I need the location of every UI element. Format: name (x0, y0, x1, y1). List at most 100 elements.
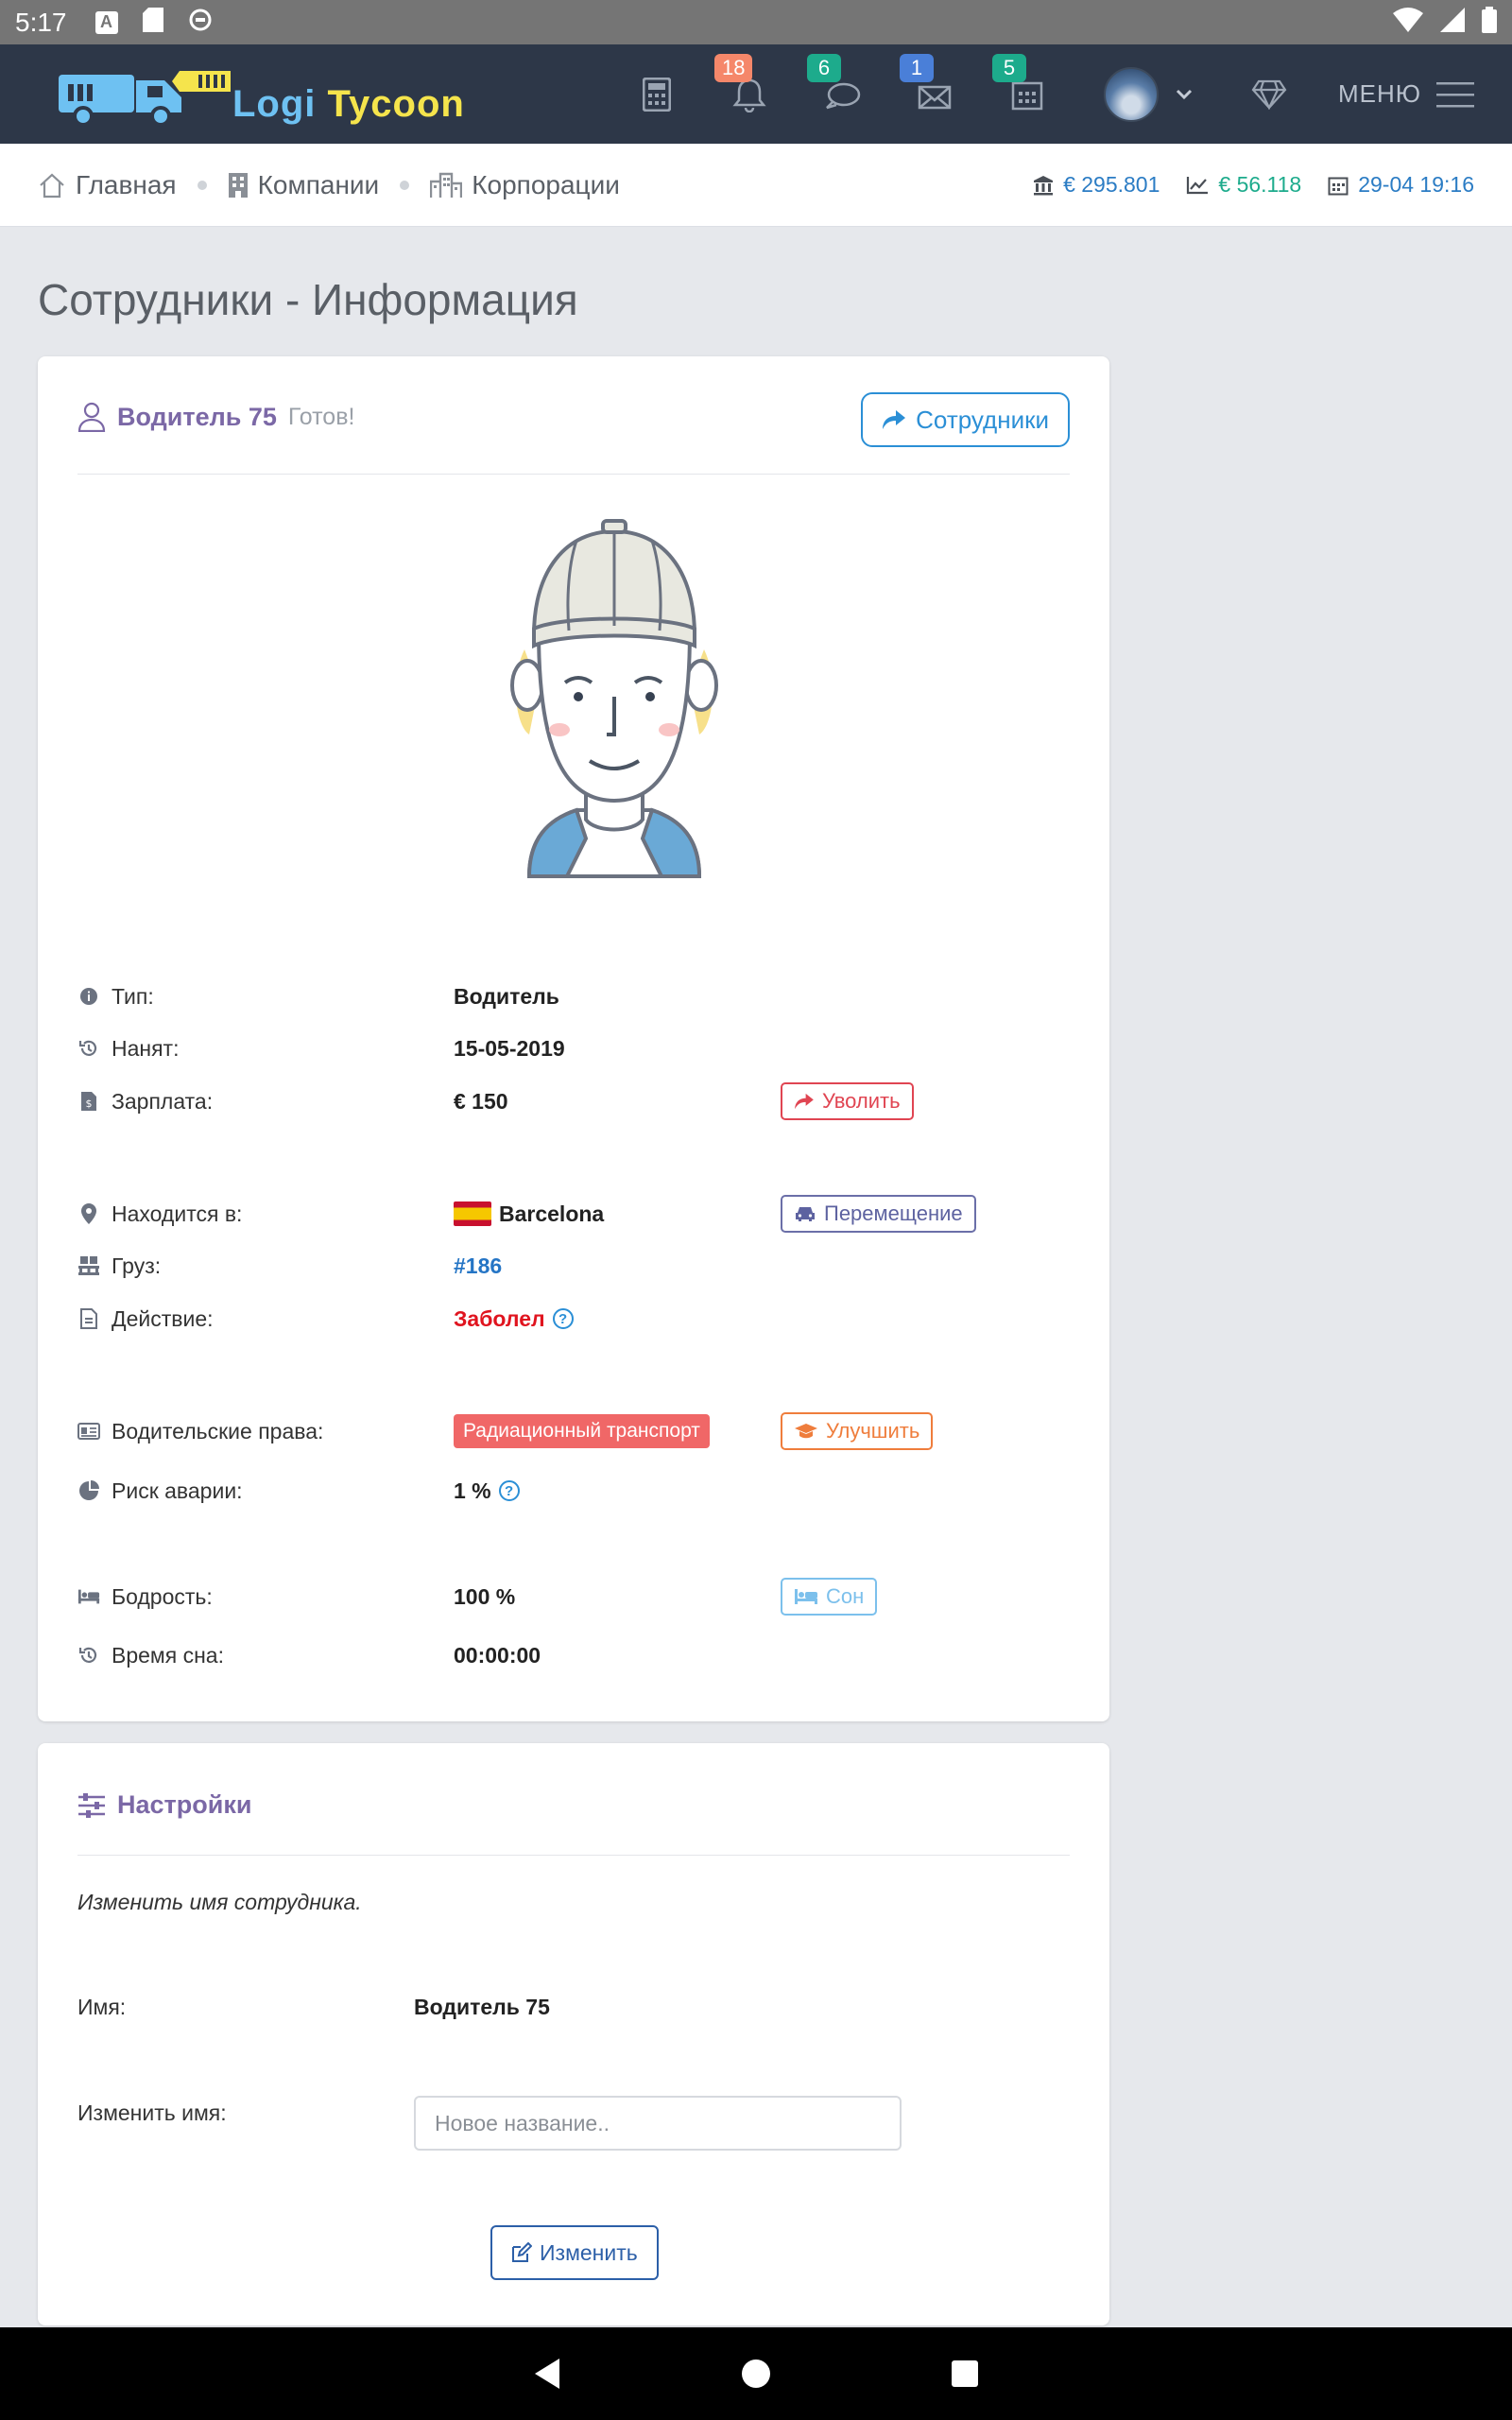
envelope-icon (918, 85, 952, 109)
help-icon[interactable]: ? (552, 1308, 574, 1329)
menu-label: МЕНЮ (1337, 79, 1421, 108)
name-value: Водитель 75 (414, 1995, 550, 2019)
car-icon (796, 1207, 815, 1221)
logo-text-tycoon: Tycoon (327, 83, 465, 125)
home-nav-icon[interactable] (741, 2359, 771, 2389)
employee-name: Водитель 75 (117, 402, 277, 431)
id-card-icon (77, 1420, 100, 1443)
row-type: Тип: Водитель (77, 977, 1070, 1015)
type-label: Тип: (112, 983, 154, 1009)
rename-submit-label: Изменить (540, 2239, 638, 2265)
sleep-button[interactable]: Сон (781, 1578, 878, 1616)
row-license: Водительские права: Радиационный транспо… (77, 1412, 1070, 1450)
breadcrumb-corporations[interactable]: Корпорации (430, 170, 620, 200)
breadcrumb-companies-label: Компании (257, 169, 380, 199)
cargo-link[interactable]: #186 (454, 1253, 502, 1279)
battery-icon (1482, 7, 1497, 38)
fire-button[interactable]: Уволить (781, 1082, 914, 1120)
premium-button[interactable] (1246, 71, 1293, 118)
location-label: Находится в: (112, 1201, 243, 1226)
recents-nav-icon[interactable] (951, 2360, 979, 2388)
breadcrumb-bar: Главная Компании Корпорации € 295.801 € … (0, 144, 1512, 227)
top-navbar: Logi Tycoon 18 6 1 5 МЕНЮ (0, 44, 1512, 144)
divider (77, 474, 1070, 475)
sleep-button-label: Сон (826, 1584, 865, 1608)
divider (77, 1855, 1070, 1856)
rename-label: Изменить имя: (77, 2100, 227, 2125)
row-location: Находится в: Barcelona Перемещение (77, 1195, 1070, 1233)
rename-input[interactable] (414, 2096, 902, 2151)
settings-hint: Изменить имя сотрудника. (77, 1890, 362, 1914)
mail-button[interactable]: 1 (899, 53, 958, 118)
license-label: Водительские права: (112, 1418, 324, 1443)
invoice-dollar-icon: $ (77, 1090, 100, 1113)
driver-portrait (510, 519, 718, 878)
back-nav-icon[interactable] (533, 2358, 561, 2390)
sleep-time-label: Время сна: (112, 1642, 224, 1668)
messages-badge: 6 (806, 53, 841, 82)
menu-button[interactable]: МЕНЮ (1338, 71, 1474, 118)
user-icon (77, 402, 106, 432)
rename-submit-button[interactable]: Изменить (490, 2225, 659, 2280)
history-icon (77, 1037, 100, 1060)
upgrade-button-label: Улучшить (826, 1419, 920, 1443)
relocate-button[interactable]: Перемещение (781, 1195, 976, 1233)
map-marker-icon (77, 1202, 100, 1225)
income-value: € 56.118 (1218, 172, 1302, 197)
fire-button-label: Уволить (822, 1089, 901, 1113)
row-salary: $ Зарплата: € 150 Уволить (77, 1082, 1070, 1120)
income-stat: € 56.118 (1186, 172, 1301, 198)
signal-icon (1440, 8, 1465, 37)
employee-info-card: Водитель 75 Готов! Сотрудники Тип: Водит… (38, 356, 1109, 1721)
type-value: Водитель (454, 983, 559, 1009)
bed-icon (77, 1585, 100, 1608)
mail-badge: 1 (899, 53, 934, 82)
settings-card: Настройки Изменить имя сотрудника. Имя: … (38, 1743, 1109, 2325)
breadcrumb-home[interactable]: Главная (38, 170, 177, 200)
breadcrumb-corporations-label: Корпорации (472, 169, 620, 199)
risk-label: Риск аварии: (112, 1478, 243, 1503)
logo-text-logi: Logi (232, 83, 317, 125)
location-value: Barcelona (499, 1201, 605, 1226)
sd-card-icon (142, 8, 163, 37)
breadcrumb-companies[interactable]: Компании (228, 169, 380, 200)
calculator-button[interactable] (633, 71, 680, 118)
calendar-icon (1011, 81, 1043, 110)
wifi-icon (1393, 8, 1423, 37)
share-arrow-icon (795, 1093, 814, 1110)
employee-status: Готов! (287, 403, 355, 430)
name-label: Имя: (77, 1995, 127, 2019)
android-status-bar: 5:17 A (0, 0, 1512, 44)
share-arrow-icon (883, 410, 906, 429)
cast-icon (188, 8, 213, 37)
profile-menu[interactable] (1096, 66, 1200, 122)
calendar-badge: 5 (991, 53, 1026, 82)
employees-back-button[interactable]: Сотрудники (861, 392, 1070, 447)
energy-value: 100 % (454, 1583, 516, 1609)
row-hired: Нанят: 15-05-2019 (77, 1029, 1070, 1067)
datetime-stat: 29-04 19:16 (1328, 172, 1474, 198)
hired-label: Нанят: (112, 1035, 180, 1061)
calendar-button[interactable]: 5 (991, 53, 1051, 118)
datetime-value: 29-04 19:16 (1358, 172, 1474, 197)
truck-logo-icon (59, 70, 231, 127)
home-icon (40, 173, 64, 198)
history-icon (77, 1644, 100, 1667)
notifications-badge: 18 (713, 53, 753, 82)
pallet-icon (77, 1254, 100, 1277)
messages-button[interactable]: 6 (806, 53, 866, 118)
status-time: 5:17 (15, 7, 67, 37)
logo[interactable]: Logi Tycoon (57, 61, 465, 128)
upgrade-button[interactable]: Улучшить (781, 1412, 934, 1450)
notifications-button[interactable]: 18 (713, 53, 773, 118)
help-icon[interactable]: ? (498, 1480, 520, 1501)
pie-chart-icon (77, 1479, 100, 1502)
chat-bubble-icon (826, 82, 861, 109)
money-stat: € 295.801 (1033, 172, 1160, 198)
energy-label: Бодрость: (112, 1583, 213, 1609)
diamond-icon (1251, 79, 1287, 110)
line-chart-icon (1187, 176, 1209, 194)
a-icon: A (94, 10, 118, 34)
employees-back-label: Сотрудники (916, 405, 1049, 434)
breadcrumb-separator (197, 180, 207, 190)
